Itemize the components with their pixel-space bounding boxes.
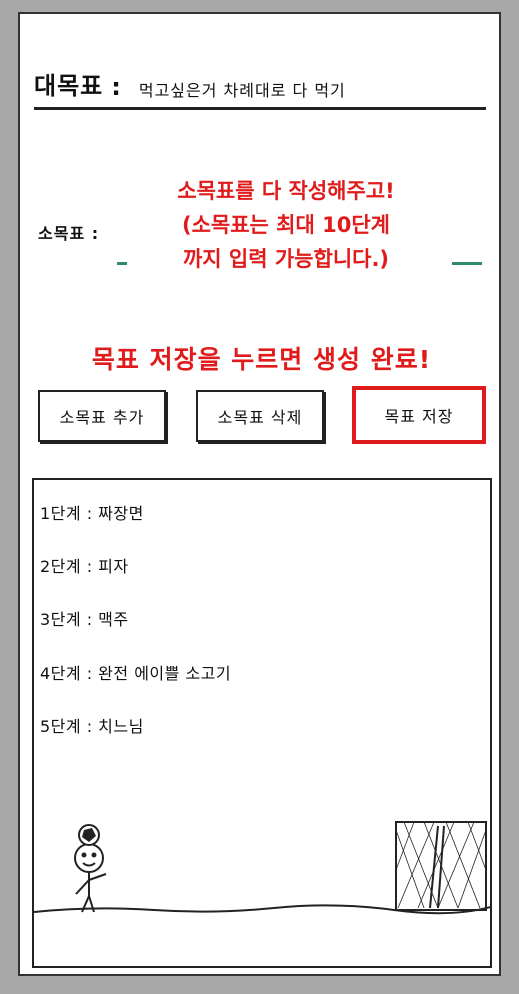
hint-line-3: 까지 입력 가능합니다.) xyxy=(182,247,390,271)
sub-goal-list: 1단계 : 짜장면 2단계 : 피자 3단계 : 맥주 4단계 : 완전 에이쁠… xyxy=(32,478,492,968)
list-item[interactable]: 3단계 : 맥주 xyxy=(40,606,129,630)
sub-goal-hint: 소목표를 다 작성해주고! (소목표는 최대 10단계 까지 입력 가능합니다.… xyxy=(126,174,446,276)
save-hint: 목표 저장을 누르면 생성 완료! xyxy=(91,345,432,374)
soccer-goal-icon xyxy=(395,821,487,911)
big-goal-label: 대목표 xyxy=(34,72,104,100)
big-goal-row: 대목표 : 먹고싶은거 차례대로 다 먹기 xyxy=(34,72,486,110)
hint-line-1: 소목표를 다 작성해주고! xyxy=(177,179,395,203)
soccer-illustration xyxy=(34,821,490,915)
app-screen: 대목표 : 먹고싶은거 차례대로 다 먹기 소목표 : 소목표를 다 작성해주고… xyxy=(18,12,501,976)
list-item[interactable]: 2단계 : 피자 xyxy=(40,553,129,577)
list-item[interactable]: 4단계 : 완전 에이쁠 소고기 xyxy=(40,660,231,684)
save-goal-button[interactable]: 목표 저장 xyxy=(352,386,486,444)
list-item[interactable]: 5단계 : 치느님 xyxy=(40,713,144,737)
soccer-ball-icon xyxy=(78,824,100,846)
big-goal-input[interactable]: 먹고싶은거 차례대로 다 먹기 xyxy=(139,77,346,101)
big-goal-colon: : xyxy=(111,73,121,101)
add-sub-goal-button[interactable]: 소목표 추가 xyxy=(38,390,166,442)
delete-sub-goal-button[interactable]: 소목표 삭제 xyxy=(196,390,324,442)
sub-goal-input-underline-right xyxy=(452,262,482,265)
list-item[interactable]: 1단계 : 짜장면 xyxy=(40,500,144,524)
stick-figure-icon xyxy=(74,843,107,913)
sub-goal-label: 소목표 : xyxy=(38,224,100,243)
hint-line-2: (소목표는 최대 10단계 xyxy=(181,213,390,237)
